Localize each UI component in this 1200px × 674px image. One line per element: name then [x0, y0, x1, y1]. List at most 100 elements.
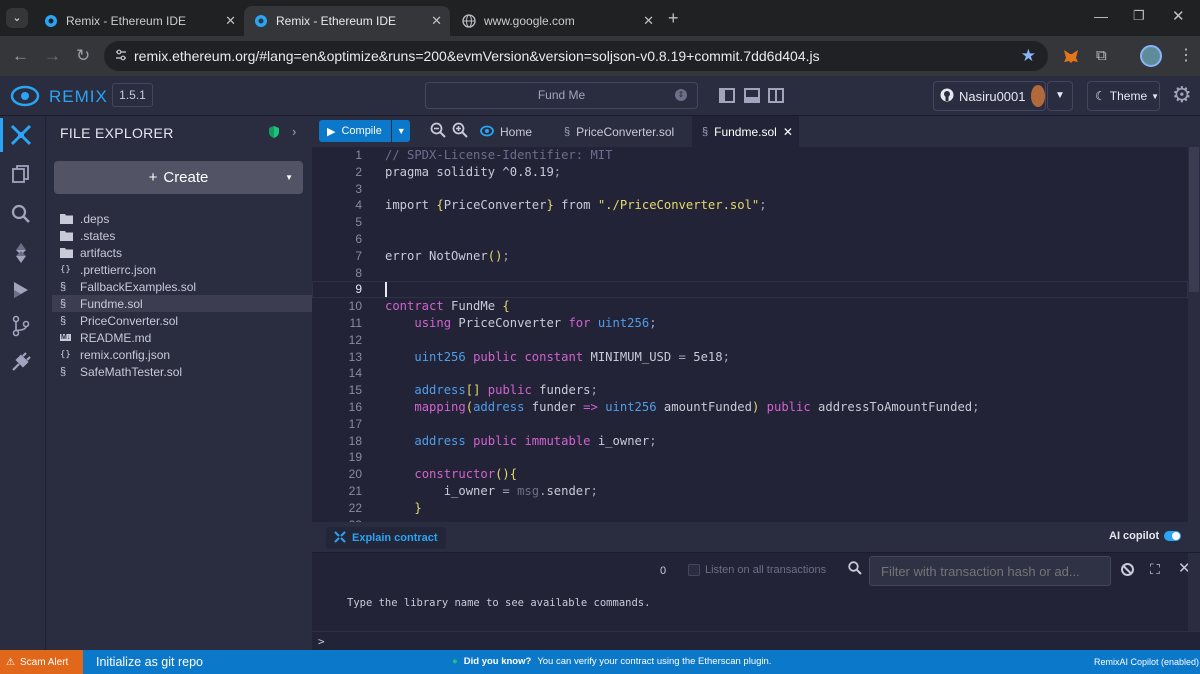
create-button[interactable]: + Create ▼	[54, 161, 303, 194]
ai-copilot-toggle[interactable]	[1164, 531, 1181, 541]
forward-arrow-icon[interactable]: →	[44, 46, 61, 66]
terminal-prompt: >	[318, 635, 325, 648]
terminal-scrollbar[interactable]	[1188, 553, 1200, 631]
terminal-input[interactable]: >	[312, 631, 1200, 651]
scam-alert-button[interactable]: ⚠ Scam Alert	[0, 650, 83, 674]
profile-avatar[interactable]	[1140, 45, 1162, 67]
git-icon[interactable]	[11, 315, 31, 342]
close-tab-icon[interactable]: ✕	[431, 13, 442, 29]
line-number: 18	[348, 433, 362, 448]
toggle-terminal-icon[interactable]	[744, 88, 760, 103]
zoom-in-icon[interactable]	[452, 122, 468, 143]
zoom-out-icon[interactable]	[430, 122, 446, 143]
browser-menu-icon[interactable]: ⋮	[1178, 45, 1194, 65]
listen-checkbox[interactable]	[688, 564, 700, 576]
code-editor[interactable]: 1234567891011121314151617181920212223 //…	[312, 147, 1188, 522]
new-tab-button[interactable]: +	[668, 8, 679, 29]
tab-priceconverter[interactable]: § PriceConverter.sol	[564, 120, 690, 144]
file-item[interactable]: § SafeMathTester.sol	[52, 363, 314, 380]
compile-dropdown[interactable]: ▼	[391, 120, 410, 142]
toggle-right-panel-icon[interactable]	[768, 88, 784, 103]
deploy-run-icon[interactable]	[11, 280, 31, 305]
folder-item[interactable]: .states	[52, 227, 314, 244]
github-login-button[interactable]: Nasiru0001	[933, 81, 1046, 111]
remix-favicon-icon	[254, 14, 268, 28]
terminal-filter-input[interactable]	[869, 556, 1111, 586]
folder-icon	[60, 247, 74, 258]
collapse-panel-icon[interactable]: ›	[292, 124, 296, 139]
copilot-status[interactable]: RemixAI Copilot (enabled)	[1094, 657, 1199, 667]
solidity-compiler-icon[interactable]	[11, 242, 31, 269]
folder-item[interactable]: artifacts	[52, 244, 314, 261]
explain-contract-button[interactable]: Explain contract	[326, 527, 446, 549]
file-item[interactable]: {} .prettierrc.json	[52, 261, 314, 278]
close-tab-icon[interactable]: ✕	[783, 125, 793, 139]
listen-label: Listen on all transactions	[705, 564, 827, 576]
file-item[interactable]: § PriceConverter.sol	[52, 312, 314, 329]
lightbulb-icon: ●	[452, 656, 458, 667]
solidity-icon: §	[702, 125, 709, 138]
tab-label: Home	[500, 125, 533, 139]
remix-home-icon[interactable]	[10, 124, 32, 151]
file-name: PriceConverter.sol	[80, 313, 179, 328]
metamask-icon[interactable]	[1062, 47, 1080, 70]
line-number: 6	[355, 232, 362, 246]
plugin-manager-icon[interactable]	[11, 352, 31, 377]
user-menu-dropdown[interactable]: ▼	[1047, 81, 1073, 111]
minimize-button[interactable]: —	[1094, 8, 1108, 24]
editor-scrollbar[interactable]	[1188, 147, 1200, 522]
restore-button[interactable]: ❐	[1133, 8, 1145, 24]
create-label: Create	[163, 169, 209, 186]
line-number: 8	[355, 265, 362, 280]
close-window-button[interactable]: ✕	[1172, 7, 1185, 25]
bookmark-star-icon[interactable]: ★	[1021, 46, 1036, 66]
line-number: 20	[348, 467, 362, 482]
tab-fundme[interactable]: § Fundme.sol ✕	[692, 116, 799, 147]
toggle-side-panel-icon[interactable]	[719, 88, 735, 103]
warning-icon: ⚠	[6, 656, 15, 668]
line-number: 22	[348, 500, 362, 515]
line-number: 13	[348, 349, 362, 364]
folder-item[interactable]: .deps	[52, 210, 314, 227]
file-name: SafeMathTester.sol	[80, 364, 183, 379]
git-init-button[interactable]: Initialize as git repo	[96, 655, 203, 669]
url-text: remix.ethereum.org/#lang=en&optimize&run…	[134, 48, 820, 64]
browser-tab-2[interactable]: Remix - Ethereum IDE ✕	[244, 6, 450, 36]
close-tab-icon[interactable]: ✕	[643, 13, 654, 29]
line-number: 14	[348, 366, 362, 381]
search-icon[interactable]	[11, 204, 31, 229]
solidity-icon: §	[60, 280, 67, 293]
address-bar[interactable]: remix.ethereum.org/#lang=en&optimize&run…	[104, 41, 1048, 71]
user-avatar	[1030, 85, 1045, 107]
icon-panel	[0, 116, 45, 650]
browser-tab-1[interactable]: Remix - Ethereum IDE ✕	[34, 6, 244, 36]
scrollbar-thumb[interactable]	[1189, 147, 1199, 292]
browser-tab-title: Remix - Ethereum IDE	[276, 14, 397, 28]
file-explorer-icon[interactable]	[11, 164, 31, 189]
workspace-select[interactable]: Fund Me ⇕	[425, 82, 698, 109]
file-item[interactable]: M↓ README.md	[52, 329, 314, 346]
remix-logo-icon	[10, 82, 40, 115]
back-arrow-icon[interactable]: ←	[12, 46, 29, 66]
extensions-icon[interactable]: ⧉	[1096, 47, 1107, 64]
expand-terminal-icon[interactable]: ⛶	[1150, 561, 1160, 578]
line-number: 15	[348, 383, 362, 398]
close-tab-icon[interactable]: ✕	[225, 13, 236, 29]
theme-button[interactable]: ☾ Theme ▼	[1087, 81, 1160, 111]
code-line: }	[414, 500, 422, 515]
tab-search-button[interactable]: ⌄	[6, 8, 28, 28]
file-item[interactable]: § FallbackExamples.sol	[52, 278, 314, 295]
theme-label: Theme	[1109, 89, 1148, 103]
file-item[interactable]: {} remix.config.json	[52, 346, 314, 363]
line-number: 16	[348, 400, 362, 414]
file-item[interactable]: § Fundme.sol	[52, 295, 314, 312]
clear-terminal-icon[interactable]	[1121, 563, 1134, 576]
file-name: artifacts	[80, 245, 123, 260]
site-info-icon[interactable]	[114, 48, 128, 65]
settings-gear-icon[interactable]: ⚙	[1172, 82, 1192, 108]
browser-tab-3[interactable]: www.google.com ✕	[452, 6, 662, 36]
reload-icon[interactable]: ↻	[76, 46, 90, 66]
tab-home[interactable]: Home	[480, 120, 558, 144]
compile-button[interactable]: ▶ Compile ▼	[319, 120, 410, 142]
tab-label: Fundme.sol	[714, 124, 777, 139]
